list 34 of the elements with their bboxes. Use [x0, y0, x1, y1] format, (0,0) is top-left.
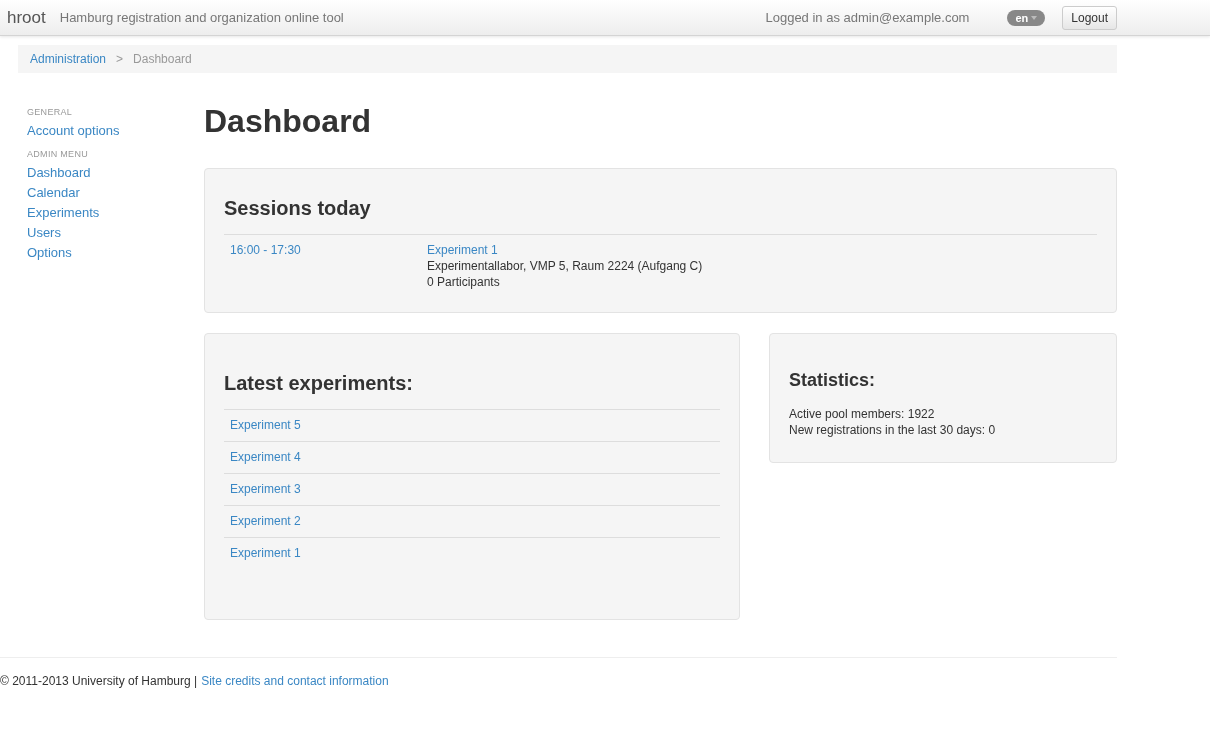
session-time-link[interactable]: 16:00 - 17:30 [230, 243, 301, 257]
sidebar-header: GENERAL [27, 107, 73, 117]
breadcrumb-separator: > [116, 52, 124, 66]
sidebar-link[interactable]: Calendar [27, 183, 80, 203]
card-title: Sessions today [224, 197, 372, 220]
experiment-link[interactable]: Experiment 1 [427, 242, 498, 258]
session-location: Experimentallabor, VMP 5, Raum 2224 (Aufgang C) [427, 258, 703, 274]
statistic-text: Active pool members: 1922 [789, 406, 936, 422]
statistic-text: New registrations in the last 30 days: 0 [789, 422, 997, 438]
copyright-text: © 2011-2013 University of Hamburg | [0, 674, 198, 688]
logout-button[interactable]: Logout [1062, 5, 1117, 30]
tagline: Hamburg registration and organization online tool [59, 10, 344, 25]
experiment-link[interactable]: Experiment 3 [224, 474, 307, 505]
breadcrumb-current: Dashboard [133, 52, 192, 66]
sidebar-link[interactable]: Account options [27, 121, 120, 141]
experiment-link[interactable]: Experiment 4 [224, 442, 307, 473]
sidebar-link[interactable]: Experiments [27, 203, 100, 223]
sidebar-link[interactable]: Options [27, 243, 72, 263]
caret-icon [1031, 15, 1038, 20]
sidebar-link[interactable]: Users [27, 223, 61, 243]
sidebar-header: ADMIN MENU [27, 149, 88, 159]
language-dropdown[interactable]: en [1007, 9, 1046, 26]
breadcrumb-link[interactable]: Administration [30, 52, 107, 66]
experiment-link[interactable]: Experiment 2 [224, 506, 307, 537]
credits-link[interactable]: Site credits and contact information [201, 674, 389, 688]
login-status: Logged in as admin@example.com [765, 10, 970, 25]
brand-link[interactable]: hroot [7, 7, 46, 28]
page-title: Dashboard [204, 103, 373, 140]
sidebar-link[interactable]: Dashboard [27, 163, 91, 183]
card-title: Latest experiments: [224, 372, 414, 395]
card-title: Statistics: [789, 370, 877, 391]
participant-count: 0 Participants [427, 274, 501, 290]
experiment-link[interactable]: Experiment 1 [224, 538, 307, 569]
experiment-link[interactable]: Experiment 5 [224, 410, 307, 441]
